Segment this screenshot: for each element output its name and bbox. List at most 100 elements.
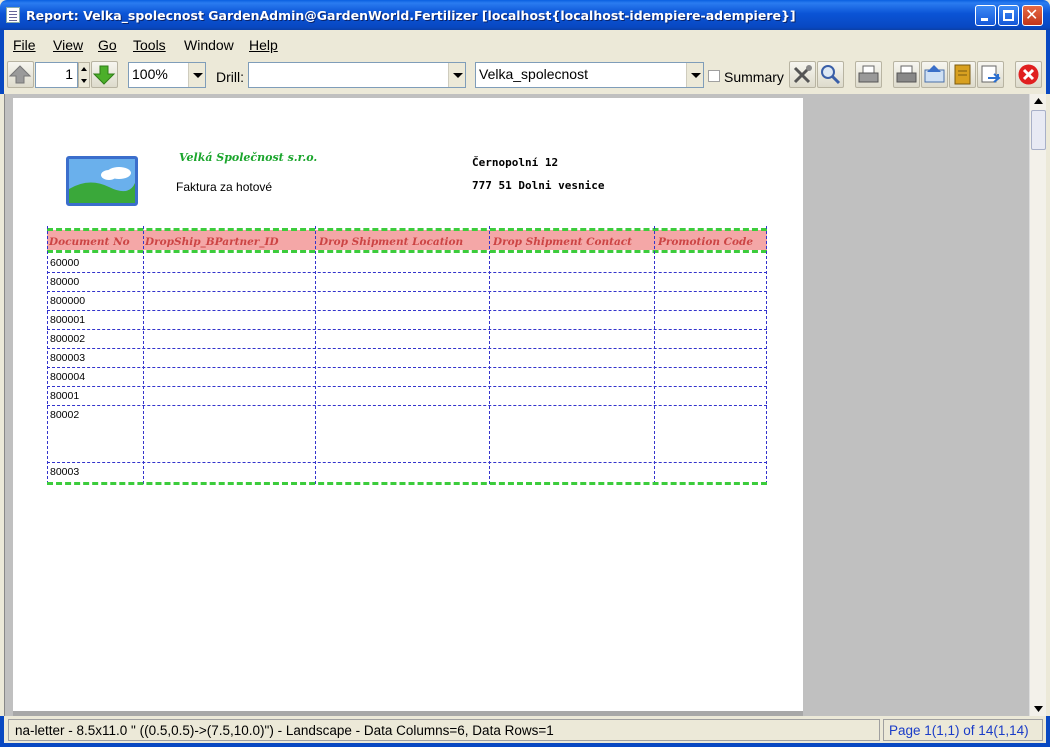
print-button[interactable] (855, 61, 882, 88)
header-top-border (47, 228, 767, 231)
menu-window[interactable]: Window (184, 37, 234, 53)
minimize-button[interactable] (975, 5, 996, 26)
table-row[interactable]: 800000 (50, 295, 85, 307)
summary-checkbox[interactable] (708, 70, 720, 82)
menu-go[interactable]: Go (98, 37, 117, 53)
menu-bar: File View Go Tools Window Help (0, 30, 1050, 58)
status-page[interactable]: Page 1(1,1) of 14(1,14) (883, 719, 1043, 741)
scroll-down-icon (1034, 706, 1043, 712)
table-row[interactable]: 800003 (50, 352, 85, 364)
column-header[interactable]: Document No (49, 236, 141, 248)
column-header[interactable]: Drop Shipment Location (319, 236, 489, 248)
row-divider (47, 291, 767, 292)
toolbar: 1 100% Drill: Velka_spolecnost Summary (0, 58, 1050, 94)
scroll-up-icon (1034, 98, 1043, 104)
close-circle-icon (1018, 64, 1039, 85)
next-page-button[interactable] (91, 61, 118, 88)
table-row[interactable]: 800001 (50, 314, 85, 326)
find-button[interactable] (817, 61, 844, 88)
close-report-button[interactable] (1015, 61, 1042, 88)
column-header[interactable]: Promotion Code (658, 236, 764, 248)
table-row[interactable]: 80003 (50, 466, 79, 478)
minimize-icon (981, 18, 988, 21)
column-divider (47, 226, 48, 484)
row-divider (47, 462, 767, 463)
table-row[interactable]: 80002 (50, 409, 79, 421)
table-row[interactable]: 60000 (50, 257, 79, 269)
company-name: Velká Společnost s.r.o. (179, 151, 318, 164)
menu-tools[interactable]: Tools (133, 37, 166, 53)
row-divider (47, 272, 767, 273)
drill-label: Drill: (216, 69, 244, 85)
column-divider (489, 226, 490, 484)
summary-label: Summary (724, 69, 784, 85)
print-preview-button[interactable] (893, 61, 920, 88)
row-divider (47, 310, 767, 311)
report-viewer: Velká Společnost s.r.o. Faktura za hotov… (4, 94, 1046, 716)
chevron-down-icon (448, 63, 465, 87)
row-divider (47, 386, 767, 387)
row-divider (47, 405, 767, 406)
vertical-scrollbar[interactable] (1029, 94, 1046, 716)
row-divider (47, 329, 767, 330)
report-page: Velká Společnost s.r.o. Faktura za hotov… (13, 98, 803, 711)
drill-select[interactable] (248, 62, 466, 88)
menu-file[interactable]: File (13, 37, 36, 53)
page-number-input[interactable]: 1 (35, 62, 78, 88)
report-window-icon (6, 7, 20, 23)
table-row[interactable]: 80000 (50, 276, 79, 288)
scroll-down-button[interactable] (1031, 701, 1046, 716)
row-divider (47, 348, 767, 349)
menu-view[interactable]: View (53, 37, 83, 53)
column-divider (654, 226, 655, 484)
document-type: Faktura za hotové (176, 180, 273, 194)
tools-icon (793, 65, 812, 84)
column-header[interactable]: Drop Shipment Contact (493, 236, 653, 248)
report-format-select[interactable]: Velka_spolecnost (475, 62, 704, 88)
company-logo (66, 156, 138, 206)
close-icon: ✕ (1025, 5, 1039, 24)
archive-icon (954, 64, 971, 85)
menu-help[interactable]: Help (249, 37, 278, 53)
window-title: Report: Velka_spolecnost GardenAdmin@Gar… (26, 8, 796, 23)
spinner-arrows-icon (81, 67, 87, 83)
column-divider (766, 226, 767, 484)
address-line1: Černopolní 12 (472, 156, 559, 169)
maximize-button[interactable] (998, 5, 1019, 26)
printer-icon (858, 65, 879, 83)
table-row[interactable]: 800004 (50, 371, 85, 383)
printer-preview-icon (896, 65, 917, 83)
export-button[interactable] (977, 61, 1004, 88)
magnifier-icon (821, 65, 841, 85)
close-window-button[interactable]: ✕ (1022, 5, 1043, 26)
export-icon (981, 65, 1001, 83)
chevron-down-icon (686, 63, 703, 87)
table-header: Document No DropShip_BPartner_ID Drop Sh… (47, 230, 767, 250)
maximize-icon (1003, 10, 1014, 21)
address-line2: 777 51 Dolni vesnice (472, 179, 605, 192)
table-bottom-border (47, 482, 767, 485)
column-header[interactable]: DropShip_BPartner_ID (145, 236, 313, 248)
table-row[interactable]: 800002 (50, 333, 85, 345)
archive-button[interactable] (949, 61, 976, 88)
mail-icon (924, 65, 945, 83)
send-mail-button[interactable] (921, 61, 948, 88)
header-bottom-border (47, 250, 767, 253)
title-bar: Report: Velka_spolecnost GardenAdmin@Gar… (0, 0, 1050, 30)
column-divider (143, 226, 144, 484)
landscape-image-icon (69, 159, 135, 203)
customize-report-button[interactable] (789, 61, 816, 88)
arrow-up-icon (8, 65, 32, 84)
chevron-down-icon (188, 63, 205, 87)
scroll-thumb[interactable] (1031, 110, 1046, 150)
column-divider (315, 226, 316, 484)
previous-page-button[interactable] (7, 61, 34, 88)
row-divider (47, 367, 767, 368)
arrow-down-icon (92, 65, 116, 85)
table-row[interactable]: 80001 (50, 390, 79, 402)
page-spinner[interactable] (78, 62, 90, 88)
status-bar: na-letter - 8.5x11.0 " ((0.5,0.5)->(7.5,… (0, 716, 1050, 747)
scroll-up-button[interactable] (1031, 94, 1046, 109)
status-info: na-letter - 8.5x11.0 " ((0.5,0.5)->(7.5,… (8, 719, 880, 741)
zoom-select[interactable]: 100% (128, 62, 206, 88)
